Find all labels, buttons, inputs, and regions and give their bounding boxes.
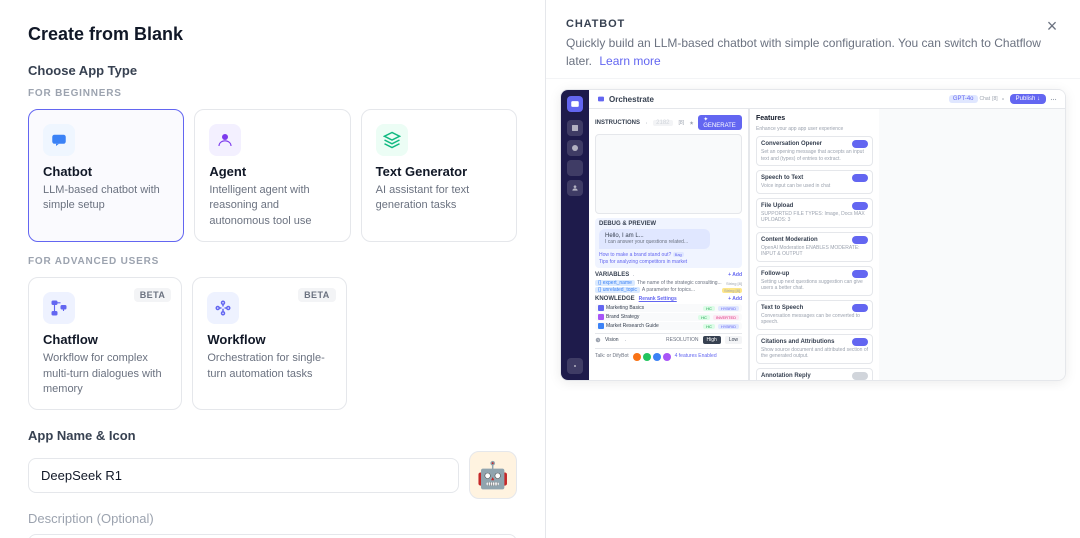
- app-icon-picker[interactable]: 🤖: [469, 451, 517, 499]
- app-name-section: App Name & Icon 🤖: [28, 428, 517, 499]
- beginners-section-label: FOR BEGINNERS: [28, 88, 517, 99]
- description-label: Description (Optional): [28, 511, 517, 526]
- chatbot-icon: [43, 124, 75, 156]
- description-textarea[interactable]: [28, 534, 517, 538]
- workflow-card-desc: Orchestration for single-turn automation…: [207, 351, 331, 382]
- card-workflow[interactable]: BETA Workflow Orchestration for single-t…: [192, 277, 346, 410]
- mini-main-editor: Orchestrate GPT-4o Chat [8] Publish ↓: [589, 90, 1065, 380]
- learn-more-link[interactable]: Learn more: [599, 54, 660, 68]
- agent-card-title: Agent: [209, 164, 335, 179]
- agent-card-desc: Intelligent agent with reasoning and aut…: [209, 183, 335, 229]
- app-name-label: App Name & Icon: [28, 428, 517, 443]
- beginners-card-grid: Chatbot LLM-based chatbot with simple se…: [28, 109, 517, 242]
- modal-overlay: Create from Blank Choose App Type FOR BE…: [0, 0, 1080, 538]
- text-gen-card-title: Text Generator: [376, 164, 502, 179]
- text-gen-card-desc: AI assistant for text generation tasks: [376, 183, 502, 214]
- workflow-beta-badge: BETA: [298, 288, 336, 302]
- right-panel-header: CHATBOT Quickly build an LLM-based chatb…: [546, 0, 1080, 79]
- chatflow-card-title: Chatflow: [43, 332, 167, 347]
- mini-features-panel: Features Enhance your app app user exper…: [749, 109, 879, 380]
- card-chatflow[interactable]: BETA Chatflow Workflow for complex multi…: [28, 277, 182, 410]
- card-chatbot[interactable]: Chatbot LLM-based chatbot with simple se…: [28, 109, 184, 242]
- advanced-section-label: FOR ADVANCED USERS: [28, 256, 517, 267]
- close-button[interactable]: ×: [1038, 12, 1066, 40]
- close-icon: ×: [1047, 16, 1058, 37]
- chatflow-beta-badge: BETA: [134, 288, 172, 302]
- right-panel-desc: Quickly build an LLM-based chatbot with …: [566, 34, 1060, 70]
- modal-left-panel: Create from Blank Choose App Type FOR BE…: [0, 0, 545, 538]
- text-generator-icon: [376, 124, 408, 156]
- right-panel: × CHATBOT Quickly build an LLM-based cha…: [545, 0, 1080, 538]
- right-panel-title: CHATBOT: [566, 18, 1060, 30]
- description-section: Description (Optional): [28, 511, 517, 538]
- chatbot-card-desc: LLM-based chatbot with simple setup: [43, 183, 169, 214]
- optional-label: (Optional): [97, 511, 154, 526]
- chatflow-icon: [43, 292, 75, 324]
- app-name-row: 🤖: [28, 451, 517, 499]
- preview-screenshot: Orchestrate GPT-4o Chat [8] Publish ↓: [560, 89, 1066, 381]
- chatflow-card-desc: Workflow for complex multi-turn dialogue…: [43, 351, 167, 397]
- card-text-generator[interactable]: Text Generator AI assistant for text gen…: [361, 109, 517, 242]
- app-name-input[interactable]: [28, 458, 459, 493]
- mini-sidebar: [561, 90, 589, 380]
- card-agent[interactable]: Agent Intelligent agent with reasoning a…: [194, 109, 350, 242]
- page-title: Create from Blank: [28, 24, 517, 45]
- advanced-card-grid: BETA Chatflow Workflow for complex multi…: [28, 277, 517, 410]
- agent-icon: [209, 124, 241, 156]
- choose-label: Choose App Type: [28, 63, 517, 88]
- preview-area: Orchestrate GPT-4o Chat [8] Publish ↓: [546, 79, 1080, 391]
- workflow-card-title: Workflow: [207, 332, 331, 347]
- mini-ui-preview: Orchestrate GPT-4o Chat [8] Publish ↓: [561, 90, 1065, 380]
- chatbot-card-title: Chatbot: [43, 164, 169, 179]
- workflow-icon: [207, 292, 239, 324]
- app-emoji-icon: 🤖: [477, 460, 509, 491]
